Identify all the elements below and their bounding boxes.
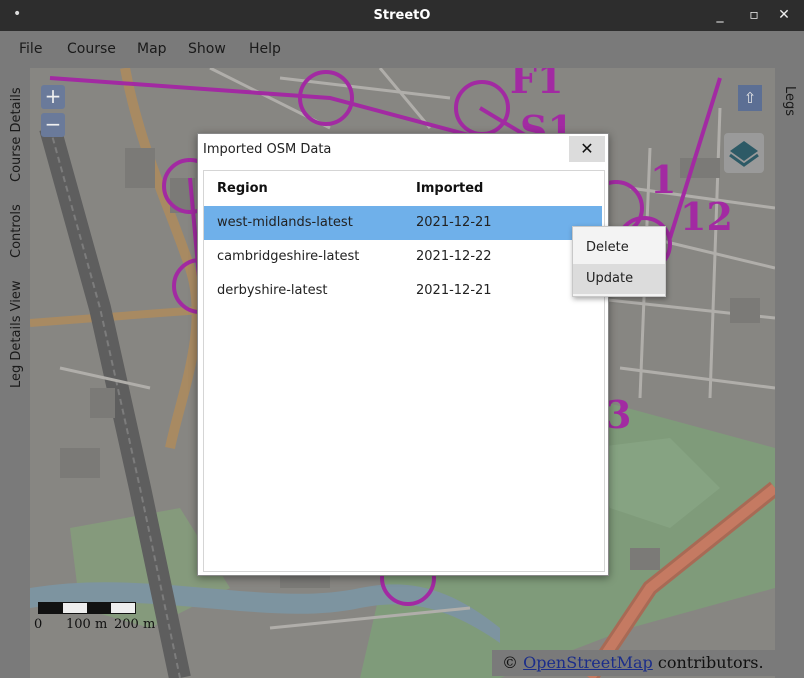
menu-file[interactable]: File: [19, 41, 42, 57]
map-attribution: © OpenStreetMap contributors.: [492, 650, 775, 676]
dialog-title: Imported OSM Data: [203, 142, 332, 157]
openstreetmap-link[interactable]: OpenStreetMap: [523, 653, 653, 672]
imported-cell: 2021-12-21: [416, 283, 492, 298]
menu-help[interactable]: Help: [249, 41, 281, 57]
zoom-in-button[interactable]: +: [41, 85, 65, 109]
attribution-suffix: contributors.: [652, 653, 764, 672]
menu-course[interactable]: Course: [67, 41, 116, 57]
context-delete[interactable]: Delete: [573, 233, 665, 263]
course-label-1: 1: [650, 157, 676, 202]
layers-button[interactable]: [724, 133, 764, 173]
column-header-region[interactable]: Region: [217, 181, 268, 196]
imported-cell: 2021-12-21: [416, 215, 492, 230]
zoom-out-button[interactable]: −: [41, 113, 65, 137]
menu-map[interactable]: Map: [137, 41, 167, 57]
course-label-12: 12: [680, 194, 733, 239]
window-title: StreetO: [373, 8, 431, 23]
imported-cell: 2021-12-22: [416, 249, 492, 264]
tab-controls[interactable]: Controls: [9, 204, 24, 258]
context-menu: Delete Update: [572, 226, 666, 297]
scale-label-0: 0: [34, 617, 43, 632]
scale-label-200: 200 m: [114, 617, 156, 632]
attribution-prefix: ©: [502, 653, 524, 672]
column-header-imported[interactable]: Imported: [416, 181, 483, 196]
tab-course-details[interactable]: Course Details: [9, 87, 24, 182]
course-label-f1: F1: [510, 68, 563, 102]
scale-label-100: 100 m: [66, 617, 108, 632]
region-cell: derbyshire-latest: [217, 283, 328, 298]
close-window-icon[interactable]: ✕: [773, 5, 795, 25]
region-cell: cambridgeshire-latest: [217, 249, 360, 264]
scale-bar: [38, 602, 136, 614]
menu-bar: File Course Map Show Help: [0, 31, 804, 68]
dialog-close-button[interactable]: ✕: [569, 136, 605, 162]
maximize-icon[interactable]: ▫: [743, 5, 765, 25]
layers-icon: [729, 141, 759, 167]
table-row[interactable]: cambridgeshire-latest 2021-12-22: [204, 240, 602, 274]
osm-data-table: Region Imported west-midlands-latest 202…: [203, 170, 605, 572]
region-cell: west-midlands-latest: [217, 215, 353, 230]
minimize-icon[interactable]: _: [709, 5, 731, 25]
tab-legs[interactable]: Legs: [782, 86, 797, 116]
title-bar: • StreetO _ ▫ ✕: [0, 0, 804, 31]
imported-osm-dialog: Imported OSM Data ✕ Region Imported west…: [197, 133, 609, 576]
table-row[interactable]: west-midlands-latest 2021-12-21: [204, 206, 602, 240]
context-update[interactable]: Update: [573, 264, 665, 294]
tab-leg-details-view[interactable]: Leg Details View: [9, 281, 24, 388]
left-dock-tabs: Course Details Controls Leg Details View: [0, 68, 30, 678]
collapse-up-icon[interactable]: ⇧: [738, 85, 762, 111]
menu-show[interactable]: Show: [188, 41, 226, 57]
right-dock-tabs: Legs: [775, 68, 804, 678]
table-row[interactable]: derbyshire-latest 2021-12-21: [204, 274, 602, 308]
